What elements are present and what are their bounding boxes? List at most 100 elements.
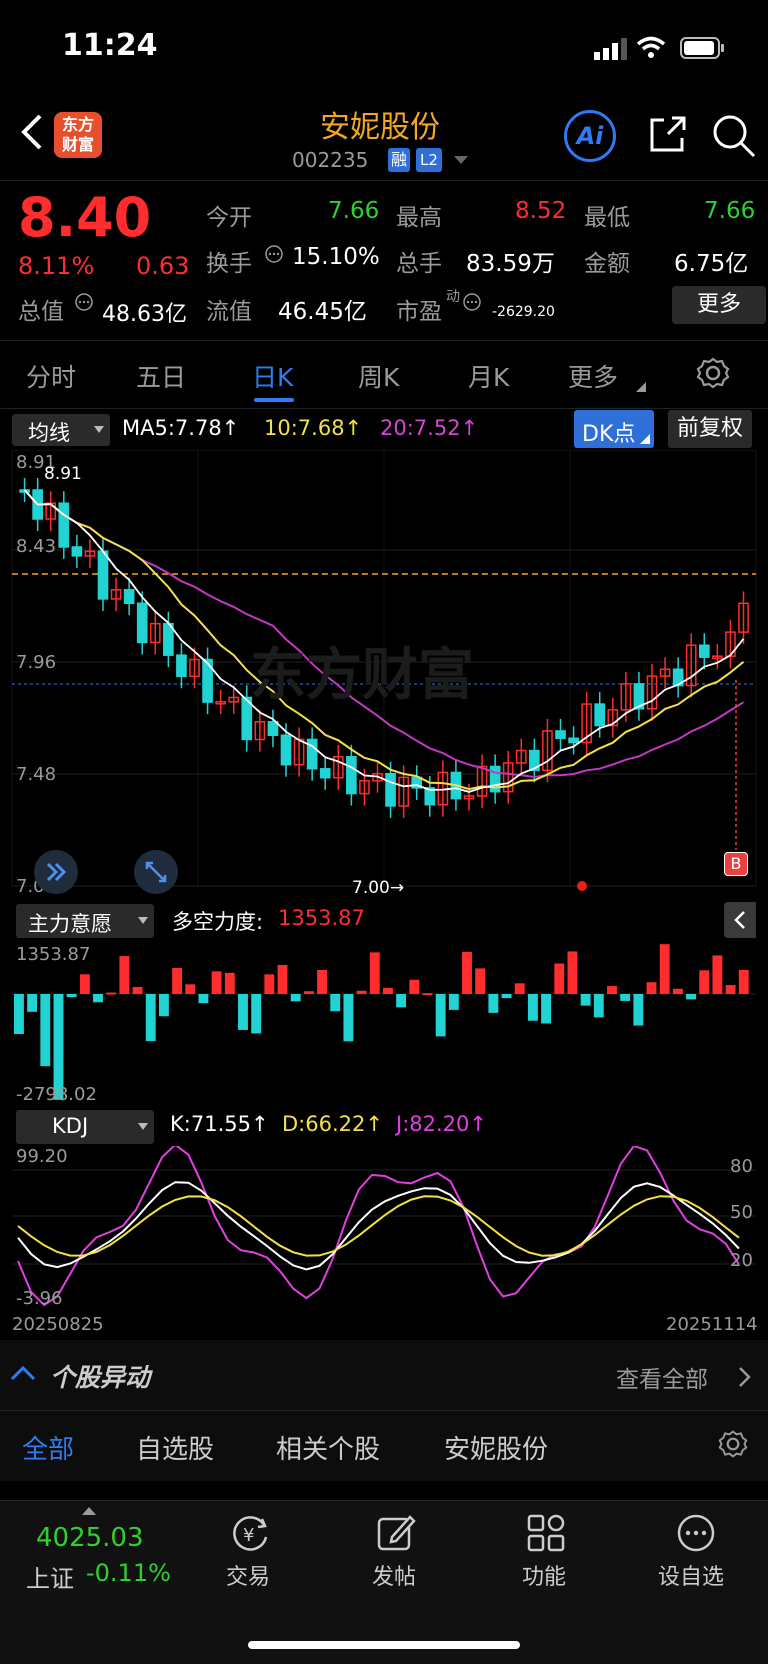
change-amount: 0.63	[136, 252, 190, 280]
force-bar	[198, 994, 209, 1004]
force-bar	[343, 994, 354, 1042]
amount-value: 6.75亿	[674, 251, 749, 277]
active-tab-underline	[254, 398, 294, 402]
chevron-right-icon[interactable]	[738, 1366, 752, 1388]
kdj-y-top: 99.20	[16, 1146, 68, 1167]
force-bar	[264, 974, 275, 994]
force-bar	[251, 994, 262, 1034]
status-time: 11:24	[62, 28, 158, 63]
anomaly-section: 个股异动 查看全部	[0, 1340, 768, 1410]
kdj-k-line	[17, 1181, 740, 1271]
force-bar	[488, 994, 499, 1013]
function-button[interactable]: 功能	[516, 1511, 576, 1591]
tab-weekly-k[interactable]: 周K	[358, 358, 399, 394]
back-icon[interactable]	[16, 112, 46, 152]
share-icon[interactable]	[646, 114, 688, 156]
filter-settings-icon[interactable]	[718, 1429, 748, 1459]
long-short-label: 多空力度:	[172, 910, 264, 934]
chevron-down-icon	[138, 917, 148, 924]
info-icon[interactable]	[462, 292, 482, 312]
force-bar	[79, 974, 90, 994]
force-bar	[725, 985, 736, 994]
more-button[interactable]: 更多	[672, 286, 766, 324]
force-bar	[330, 994, 341, 1012]
volume-value: 83.59万	[466, 251, 555, 277]
force-bar	[475, 968, 486, 994]
filter-related[interactable]: 相关个股	[276, 1429, 380, 1466]
kline-watermark: 东方财富	[250, 643, 474, 708]
force-bar	[106, 992, 117, 995]
force-bar	[607, 986, 617, 994]
trade-label: 交易	[226, 1565, 271, 1590]
kdj-j-value: J:82.20↑	[396, 1112, 487, 1136]
forward-adjust-button[interactable]: 前复权	[668, 410, 752, 448]
kline-chart[interactable]: 东方财富 8.91 8.43 7.96 7.48 7.00 8.91 7.00→…	[0, 450, 768, 898]
tab-daily-k[interactable]: 日K	[252, 358, 293, 394]
force-bar	[303, 991, 314, 994]
open-label: 今开	[206, 205, 252, 231]
kdj-svg	[12, 1146, 756, 1307]
tab-five-day[interactable]: 五日	[136, 358, 186, 394]
battery-icon	[680, 36, 726, 60]
index-change: -0.11%	[86, 1559, 171, 1587]
view-all-link[interactable]: 查看全部	[616, 1360, 708, 1394]
indicator-select[interactable]: 均线	[12, 414, 110, 446]
chevron-down-icon[interactable]	[454, 156, 468, 166]
filter-stock[interactable]: 安妮股份	[444, 1429, 548, 1466]
force-bar	[66, 994, 77, 998]
force-bar	[132, 986, 143, 994]
anomaly-title: 个股异动	[50, 1363, 151, 1392]
dk-point-button[interactable]: DK点	[574, 410, 654, 448]
date-start: 20250825	[12, 1314, 104, 1335]
index-value[interactable]: 4025.03	[36, 1523, 144, 1553]
float-cap-value: 46.45亿	[278, 299, 367, 325]
margin-badge: 融	[388, 148, 410, 172]
ma5-value: MA5:7.78↑	[122, 416, 240, 440]
chart-settings-icon[interactable]	[696, 356, 730, 390]
force-bar	[14, 994, 24, 1034]
candle-body	[568, 737, 579, 744]
candle-body	[123, 589, 135, 604]
candle-body	[97, 550, 109, 600]
turnover-rate-label: 换手	[206, 251, 252, 277]
force-bar	[238, 994, 248, 1030]
info-icon[interactable]	[264, 244, 284, 264]
fullscreen-icon[interactable]	[134, 850, 178, 894]
tab-intraday[interactable]: 分时	[26, 358, 76, 394]
force-bar	[699, 970, 710, 994]
add-watchlist-button[interactable]: 设自选	[656, 1511, 736, 1591]
candle-body	[176, 654, 187, 678]
chevron-up-icon[interactable]	[10, 1364, 36, 1382]
force-bar	[738, 969, 749, 994]
collapse-panel-button[interactable]	[724, 902, 756, 938]
info-icon[interactable]	[74, 292, 94, 312]
ai-button[interactable]: Ai	[564, 110, 616, 162]
kdj-select-label: KDJ	[52, 1114, 89, 1138]
filter-watchlist[interactable]: 自选股	[136, 1429, 214, 1466]
high-label: 最高	[396, 205, 442, 231]
force-bar	[185, 984, 196, 994]
post-button[interactable]: 发帖	[366, 1511, 426, 1591]
force-bar	[541, 994, 552, 1024]
tab-more[interactable]: 更多	[568, 358, 618, 394]
market-cap-label: 总值	[18, 299, 64, 325]
search-icon[interactable]	[712, 114, 756, 158]
force-bar	[422, 993, 433, 996]
current-price: 8.40	[18, 186, 152, 249]
indicator-select-label: 均线	[28, 421, 70, 445]
signal-b-label: B	[730, 854, 742, 873]
trade-button[interactable]: ¥ 交易	[220, 1511, 280, 1591]
force-bar	[145, 994, 156, 1042]
force-bar	[462, 951, 472, 994]
date-end: 20251114	[666, 1314, 758, 1335]
filter-all[interactable]: 全部	[22, 1429, 74, 1466]
tab-monthly-k[interactable]: 月K	[468, 358, 509, 394]
expand-arrows-icon[interactable]	[34, 850, 78, 894]
force-bar	[396, 994, 407, 1008]
kdj-select[interactable]: KDJ	[16, 1110, 154, 1144]
force-bar	[567, 951, 578, 994]
logo-text: 东方 财富	[61, 115, 94, 154]
main-force-select[interactable]: 主力意愿	[16, 904, 154, 938]
candle-body	[58, 502, 70, 548]
open-value: 7.66	[328, 198, 380, 224]
